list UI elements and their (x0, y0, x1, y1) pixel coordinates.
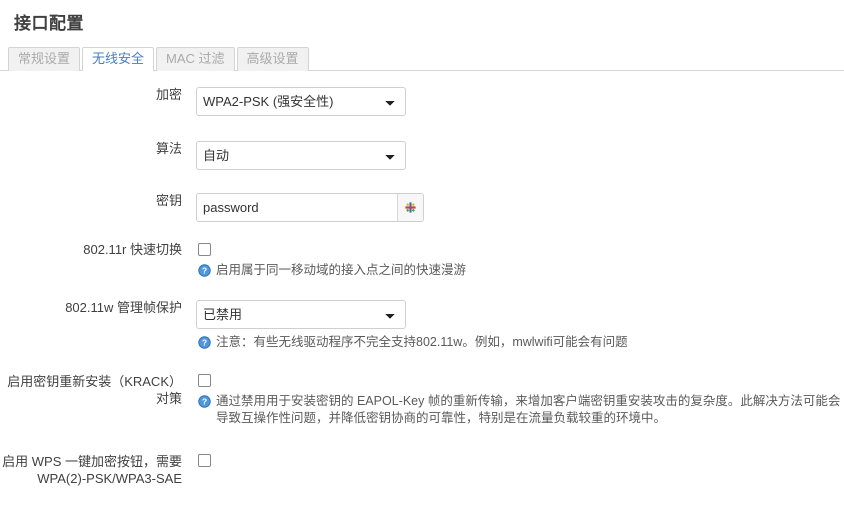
help-circle-icon: ? (198, 264, 211, 277)
tab-mac-filter[interactable]: MAC 过滤 (156, 47, 235, 71)
key-input-wrapper (196, 193, 424, 222)
label-krack-line1: 启用密钥重新安装（KRACK） (7, 374, 182, 389)
row-key: 密钥 (0, 193, 844, 222)
label-krack-line2: 对策 (155, 391, 182, 406)
mfp-select[interactable]: 已禁用 (196, 300, 406, 329)
label-mfp: 802.11w 管理帧保护 (65, 300, 182, 315)
control-cipher: 自动 (196, 141, 844, 170)
encryption-select[interactable]: WPA2-PSK (强安全性) (196, 87, 406, 116)
label-wps-line1: 启用 WPS 一键加密按钮，需要 (2, 454, 182, 469)
wps-checkbox[interactable] (198, 454, 211, 467)
mfp-hint-text: 注意：有些无线驱动程序不完全支持802.11w。例如，mwlwifi可能会有问题 (216, 335, 628, 349)
reveal-password-button[interactable] (397, 194, 423, 221)
control-encryption: WPA2-PSK (强安全性) (196, 87, 844, 116)
control-fast-transition: ? 启用属于同一移动域的接入点之间的快速漫游 (196, 242, 844, 279)
svg-text:?: ? (202, 338, 207, 348)
row-cipher: 算法 自动 (0, 141, 844, 170)
control-key (196, 193, 844, 222)
cipher-select[interactable]: 自动 (196, 141, 406, 170)
row-wps: 启用 WPS 一键加密按钮，需要 WPA(2)-PSK/WPA3-SAE (0, 453, 844, 487)
mfp-hint: ? 注意：有些无线驱动程序不完全支持802.11w。例如，mwlwifi可能会有… (196, 329, 844, 351)
row-encryption: 加密 WPA2-PSK (强安全性) (0, 87, 844, 116)
label-key: 密钥 (155, 193, 182, 208)
page-title: 接口配置 (14, 14, 84, 33)
krack-hint-text: 通过禁用用于安装密钥的 EAPOL-Key 帧的重新传输，来增加客户端密钥重安装… (216, 394, 841, 425)
control-krack: ? 通过禁用用于安装密钥的 EAPOL-Key 帧的重新传输，来增加客户端密钥重… (196, 373, 844, 427)
fast-transition-checkbox[interactable] (198, 243, 211, 256)
wireless-security-form: 加密 WPA2-PSK (强安全性) 算法 自动 密钥 password 802… (0, 71, 844, 487)
fast-transition-hint: ? 启用属于同一移动域的接入点之间的快速漫游 (196, 257, 844, 279)
help-circle-icon: ? (198, 336, 211, 349)
svg-text:?: ? (202, 397, 207, 407)
fast-transition-hint-text: 启用属于同一移动域的接入点之间的快速漫游 (216, 263, 467, 277)
label-krack: 启用密钥重新安装（KRACK） 对策 (0, 373, 196, 407)
help-circle-icon: ? (198, 395, 211, 408)
label-cipher: 算法 (155, 141, 182, 156)
tab-bar: 常规设置 无线安全 MAC 过滤 高级设置 (0, 46, 844, 71)
tab-general[interactable]: 常规设置 (8, 47, 81, 71)
svg-text:?: ? (202, 266, 207, 276)
label-wps-line2: WPA(2)-PSK/WPA3-SAE (37, 471, 182, 486)
label-encryption: 加密 (155, 87, 182, 102)
krack-checkbox[interactable] (198, 374, 211, 387)
tab-wireless-security[interactable]: 无线安全 (82, 47, 155, 71)
key-input[interactable] (197, 194, 397, 221)
row-krack: 启用密钥重新安装（KRACK） 对策 ? 通过禁用用于安装密钥的 EAPOL-K… (0, 373, 844, 427)
control-wps (196, 453, 844, 468)
label-wps: 启用 WPS 一键加密按钮，需要 WPA(2)-PSK/WPA3-SAE (0, 453, 196, 487)
control-mfp: 已禁用 ? 注意：有些无线驱动程序不完全支持802.11w。例如，mwlwifi… (196, 300, 844, 351)
krack-hint: ? 通过禁用用于安装密钥的 EAPOL-Key 帧的重新传输，来增加客户端密钥重… (196, 388, 844, 427)
asterisk-icon (405, 202, 416, 213)
row-fast-transition: 802.11r 快速切换 ? 启用属于同一移动域的接入点之间的快速漫游 (0, 242, 844, 279)
interface-config-page: 接口配置 常规设置 无线安全 MAC 过滤 高级设置 加密 WPA2-PSK (… (0, 0, 844, 527)
label-fast-transition: 802.11r 快速切换 (83, 242, 182, 257)
row-mfp: 802.11w 管理帧保护 已禁用 ? 注意：有些无线驱动程序不完全支持802.… (0, 300, 844, 351)
tab-advanced[interactable]: 高级设置 (236, 47, 309, 71)
